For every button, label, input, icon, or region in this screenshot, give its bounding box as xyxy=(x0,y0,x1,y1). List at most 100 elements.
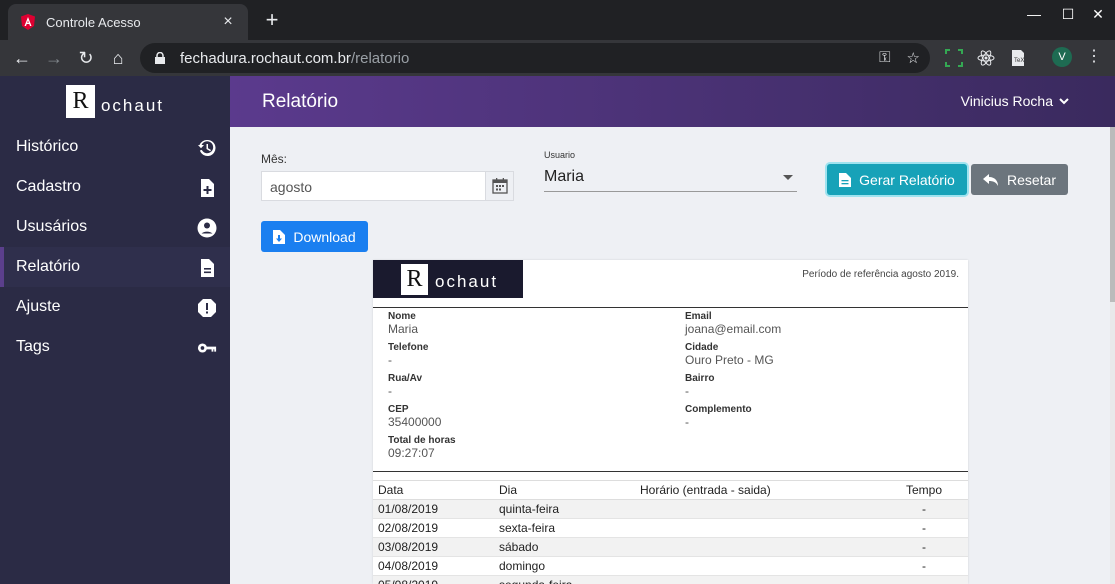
info-value: joana@email.com xyxy=(685,322,782,336)
info-key: Total de horas xyxy=(388,435,456,446)
cell-dia: sexta-feira xyxy=(494,518,635,538)
sidebar-item-label: Histórico xyxy=(16,138,79,155)
home-icon[interactable]: ⌂ xyxy=(106,46,130,70)
cell-data: 02/08/2019 xyxy=(373,518,494,538)
usuario-select[interactable]: Maria xyxy=(544,166,797,192)
info-total-horas: Total de horas 09:27:07 xyxy=(388,435,456,460)
column-header: Horário (entrada - saida) xyxy=(635,480,875,500)
close-tab-icon[interactable]: × xyxy=(220,13,236,31)
new-tab-icon[interactable]: + xyxy=(260,8,284,32)
cell-dia: quinta-feira xyxy=(494,499,635,519)
info-key: Bairro xyxy=(685,373,715,384)
screenshot-extension-icon[interactable] xyxy=(944,48,964,68)
table-header-row: Data Dia Horário (entrada - saida) Tempo xyxy=(373,480,968,500)
info-cep: CEP 35400000 xyxy=(388,404,441,429)
download-label: Download xyxy=(293,228,356,245)
cell-data: 03/08/2019 xyxy=(373,537,494,557)
cell-horario xyxy=(635,518,875,538)
cell-data: 05/08/2019 xyxy=(373,575,494,584)
info-key: Nome xyxy=(388,311,416,322)
info-bairro: Bairro - xyxy=(685,373,714,398)
close-window-icon[interactable]: ✕ xyxy=(1088,6,1108,23)
usuario-label: Usuario xyxy=(544,150,576,160)
sidebar: R ochaut Histórico Cadastro Ususários Re… xyxy=(0,76,230,584)
angular-icon xyxy=(21,14,35,30)
browser-tab[interactable]: Controle Acesso × xyxy=(8,4,248,40)
usuario-value: Maria xyxy=(544,168,585,185)
tex-extension-icon[interactable]: TeX xyxy=(1008,48,1028,68)
scrollbar-thumb[interactable] xyxy=(1110,127,1115,302)
cell-horario xyxy=(635,499,875,519)
sidebar-item-label: Tags xyxy=(16,338,50,355)
cell-dia: domingo xyxy=(494,556,635,576)
url-host: fechadura.rochaut.com.br xyxy=(180,49,351,67)
info-key: Rua/Av xyxy=(388,373,423,384)
menu-kebab-icon[interactable]: ⋮ xyxy=(1086,46,1102,66)
info-key: Email xyxy=(685,311,712,322)
star-icon[interactable]: ☆ xyxy=(907,49,920,67)
info-cidade: Cidade Ouro Preto - MG xyxy=(685,342,774,367)
sidebar-item-label: Ajuste xyxy=(16,298,61,315)
gerar-relatorio-button[interactable]: Gerar Relatório xyxy=(827,164,967,195)
column-header: Data xyxy=(373,480,494,500)
report-preview: R ochaut Período de referência agosto 20… xyxy=(373,260,968,584)
info-value: - xyxy=(388,353,392,367)
sidebar-item-cadastro[interactable]: Cadastro xyxy=(0,167,230,207)
resetar-button[interactable]: Resetar xyxy=(971,164,1068,195)
cell-tempo: - xyxy=(875,499,968,519)
app-header: Relatório Vinicius Rocha xyxy=(230,76,1115,127)
sidebar-item-label: Cadastro xyxy=(16,178,81,195)
document-icon xyxy=(839,172,852,187)
info-key: Cidade xyxy=(685,342,719,353)
page-title: Relatório xyxy=(262,91,339,112)
user-name: Vinicius Rocha xyxy=(960,93,1053,109)
info-email: Email joana@email.com xyxy=(685,311,781,336)
address-bar[interactable]: fechadura.rochaut.com.br/relatorio ⚿ ☆ xyxy=(140,43,930,73)
profile-avatar[interactable]: V xyxy=(1052,47,1072,67)
maximize-icon[interactable]: ☐ xyxy=(1058,6,1078,23)
user-menu[interactable]: Vinicius Rocha xyxy=(961,93,1069,109)
forward-icon[interactable]: → xyxy=(42,46,66,70)
table-row: 05/08/2019 segunda-feira xyxy=(373,575,968,584)
key-icon[interactable]: ⚿ xyxy=(879,49,890,67)
sidebar-item-label: Ususários xyxy=(16,218,88,235)
info-nome: Nome Maria xyxy=(388,311,418,336)
mes-value: agosto xyxy=(270,179,313,195)
report-logo: R ochaut xyxy=(373,260,523,298)
info-value: 35400000 xyxy=(388,415,442,429)
report-period: Período de referência agosto 2019. xyxy=(802,269,959,280)
mes-field[interactable]: agosto xyxy=(261,171,514,201)
report-brand-name: ochaut xyxy=(435,272,499,291)
sidebar-item-tags[interactable]: Tags xyxy=(0,327,230,367)
sidebar-item-usuarios[interactable]: Ususários xyxy=(0,207,230,247)
gerar-relatorio-label: Gerar Relatório xyxy=(859,171,955,188)
cell-horario xyxy=(635,575,875,584)
report-brand-letter: R xyxy=(401,263,428,295)
report-divider xyxy=(373,307,968,308)
cell-tempo: - xyxy=(875,518,968,538)
minimize-icon[interactable]: — xyxy=(1024,6,1044,22)
reload-icon[interactable]: ↻ xyxy=(74,46,98,70)
lock-icon xyxy=(155,52,165,64)
cell-tempo: - xyxy=(875,556,968,576)
report-divider xyxy=(373,471,968,472)
calendar-button[interactable] xyxy=(485,172,513,200)
back-icon[interactable]: ← xyxy=(10,46,34,70)
info-key: Telefone xyxy=(388,342,429,353)
browser-tabbar: Controle Acesso × + — ☐ ✕ xyxy=(0,0,1115,40)
info-value: - xyxy=(685,384,689,398)
document-icon xyxy=(201,259,214,277)
sidebar-item-relatorio[interactable]: Relatório xyxy=(0,247,230,287)
brand-logo[interactable]: R ochaut xyxy=(0,76,230,127)
sidebar-item-ajuste[interactable]: Ajuste xyxy=(0,287,230,327)
user-circle-icon xyxy=(197,218,217,238)
cell-data: 01/08/2019 xyxy=(373,499,494,519)
info-telefone: Telefone - xyxy=(388,342,428,367)
svg-text:TeX: TeX xyxy=(1014,58,1024,64)
download-button[interactable]: Download xyxy=(261,221,368,252)
undo-icon xyxy=(982,173,998,186)
cell-dia: segunda-feira xyxy=(494,575,635,584)
react-devtools-icon[interactable] xyxy=(976,48,996,68)
column-header: Tempo xyxy=(875,480,968,500)
sidebar-item-historico[interactable]: Histórico xyxy=(0,127,230,167)
